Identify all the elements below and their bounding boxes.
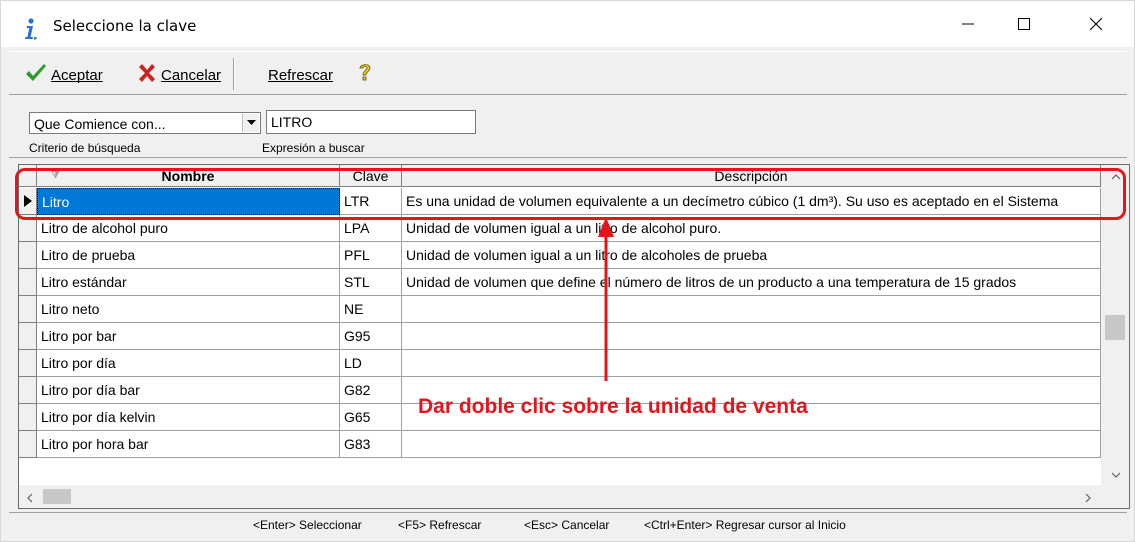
scroll-right-icon[interactable] xyxy=(1085,492,1091,507)
help-question-icon xyxy=(357,62,373,88)
minimize-button[interactable] xyxy=(945,1,991,47)
status-bar: <Enter> Seleccionar <F5> Refrescar <Esc>… xyxy=(9,512,1127,536)
status-hint-enter: <Enter> Seleccionar xyxy=(253,518,362,532)
table-cell-clave[interactable]: G82 xyxy=(340,377,402,404)
cancel-button[interactable]: Cancelar xyxy=(137,61,221,89)
table-cell-descripcion[interactable] xyxy=(402,323,1101,350)
table-cell-clave[interactable]: G65 xyxy=(340,404,402,431)
table-cell-nombre[interactable]: Litro estándar xyxy=(37,269,340,296)
table-cell-nombre[interactable]: Litro neto xyxy=(37,296,340,323)
table-cell-descripcion[interactable]: Unidad de volumen igual a un litro de al… xyxy=(402,242,1101,269)
refresh-button[interactable]: Refrescar xyxy=(264,61,333,89)
criteria-select[interactable]: Que Comience con... xyxy=(29,112,261,134)
table-cell-clave[interactable]: STL xyxy=(340,269,402,296)
table-cell-descripcion[interactable] xyxy=(402,350,1101,377)
status-hint-ctrl-enter: <Ctrl+Enter> Regresar cursor al Inicio xyxy=(644,518,846,532)
toolbar-separator xyxy=(233,58,235,90)
row-indicator[interactable] xyxy=(19,431,37,458)
table-cell-clave[interactable]: NE xyxy=(340,296,402,323)
toolbar: Aceptar Cancelar Refrescar xyxy=(9,51,1127,95)
table-cell-nombre[interactable]: Litro por día xyxy=(37,350,340,377)
checkmark-icon xyxy=(25,63,47,87)
table-cell-nombre[interactable]: Litro de prueba xyxy=(37,242,340,269)
row-indicator[interactable] xyxy=(19,404,37,431)
scroll-left-icon[interactable] xyxy=(27,492,33,507)
table-cell-nombre[interactable]: Litro por día kelvin xyxy=(37,404,340,431)
info-icon xyxy=(23,18,37,40)
annotation-arrow xyxy=(598,217,614,381)
criteria-value: Que Comience con... xyxy=(34,116,166,132)
expression-input[interactable]: LITRO xyxy=(266,110,476,134)
horizontal-scroll-thumb[interactable] xyxy=(43,489,71,504)
table-cell-descripcion[interactable]: Unidad de volumen que define el número d… xyxy=(402,269,1101,296)
annotation-text: Dar doble clic sobre la unidad de venta xyxy=(418,395,808,418)
dialog-window: Seleccione la clave Aceptar Cancelar Ref… xyxy=(0,0,1135,542)
table-cell-clave[interactable]: PFL xyxy=(340,242,402,269)
vertical-scroll-thumb[interactable] xyxy=(1105,315,1125,340)
accept-label: Aceptar xyxy=(51,66,103,84)
refresh-label: Refrescar xyxy=(268,66,334,84)
row-indicator[interactable] xyxy=(19,350,37,377)
table-cell-nombre[interactable]: Litro por día bar xyxy=(37,377,340,404)
table-cell-clave[interactable]: LD xyxy=(340,350,402,377)
help-button[interactable] xyxy=(357,61,373,89)
table-cell-clave[interactable]: G83 xyxy=(340,431,402,458)
title-bar[interactable]: Seleccione la clave xyxy=(1,1,1134,47)
table-cell-descripcion[interactable] xyxy=(402,296,1101,323)
scroll-down-icon[interactable] xyxy=(1111,467,1121,482)
maximize-button[interactable] xyxy=(1001,1,1047,47)
row-indicator[interactable] xyxy=(19,242,37,269)
expression-label: Expresión a buscar xyxy=(262,141,365,155)
table-cell-nombre[interactable]: Litro por hora bar xyxy=(37,431,340,458)
chevron-down-icon[interactable] xyxy=(242,114,259,132)
window-title: Seleccione la clave xyxy=(53,17,197,35)
accept-button[interactable]: Aceptar xyxy=(25,61,103,89)
table-cell-nombre[interactable]: Litro por bar xyxy=(37,323,340,350)
highlight-box xyxy=(15,168,1126,220)
row-indicator[interactable] xyxy=(19,296,37,323)
row-indicator[interactable] xyxy=(19,377,37,404)
search-panel: Que Comience con... LITRO Criterio de bú… xyxy=(9,98,1127,158)
table-cell-descripcion[interactable] xyxy=(402,431,1101,458)
scrollbar-corner xyxy=(1101,485,1129,508)
criteria-label: Criterio de búsqueda xyxy=(29,141,141,155)
row-indicator[interactable] xyxy=(19,323,37,350)
status-hint-f5: <F5> Refrescar xyxy=(398,518,482,532)
status-hint-esc: <Esc> Cancelar xyxy=(524,518,610,532)
close-button[interactable] xyxy=(1073,1,1119,47)
cancel-label: Cancelar xyxy=(161,66,222,84)
x-mark-icon xyxy=(137,63,157,87)
table-cell-clave[interactable]: G95 xyxy=(340,323,402,350)
row-indicator[interactable] xyxy=(19,269,37,296)
horizontal-scrollbar[interactable] xyxy=(19,485,1101,508)
